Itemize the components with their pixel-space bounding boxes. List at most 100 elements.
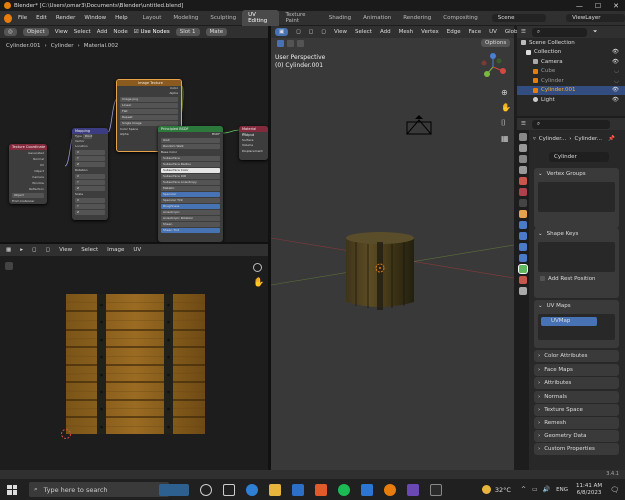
weather-widget-icon[interactable] <box>159 483 189 496</box>
uv-tool-select-icon[interactable] <box>5 262 13 270</box>
socket-displacement[interactable]: Displacement <box>242 149 268 155</box>
subsurface-anisotropy-field[interactable]: Subsurface Anisotropy <box>161 180 220 185</box>
roughness-field[interactable]: Roughness <box>161 204 220 209</box>
tab-shading[interactable]: Shading <box>323 13 357 23</box>
store-icon[interactable] <box>292 483 304 496</box>
subsurface-field[interactable]: Subsurface <box>161 156 220 161</box>
node-principled-bsdf[interactable]: Principled BSDF BSDF GGX Random Walk Bas… <box>158 126 223 242</box>
render-tab-icon[interactable] <box>519 144 527 152</box>
outliner-row-scene-collection[interactable]: Scene Collection <box>517 38 625 48</box>
projection-dropdown[interactable]: Flat <box>120 109 178 114</box>
gizmo-y-axis[interactable] <box>484 71 490 77</box>
blender-menu-icon[interactable] <box>4 13 12 23</box>
uv-pan-hand-icon[interactable]: ✋ <box>253 278 264 288</box>
visibility-eye-icon[interactable]: 👁 <box>612 49 619 55</box>
app-icon[interactable] <box>361 483 373 496</box>
uv-map-item[interactable]: UVMap <box>541 317 597 326</box>
2d-cursor-icon[interactable] <box>59 427 73 441</box>
outliner-type-icon[interactable]: ☰ <box>521 29 526 35</box>
spotify-icon[interactable] <box>338 483 350 496</box>
constraints-tab-icon[interactable] <box>519 254 527 262</box>
task-view-icon[interactable] <box>223 483 235 496</box>
modifier-tab-icon[interactable] <box>519 221 527 229</box>
anisotropic-rotation-field[interactable]: Anisotropic Rotation <box>161 216 220 221</box>
interpolation-dropdown[interactable]: Linear <box>120 103 178 108</box>
menu-file[interactable]: File <box>18 15 27 21</box>
gizmo-neg-x[interactable] <box>481 60 487 66</box>
maximize-button[interactable]: ☐ <box>595 2 601 10</box>
add-rest-position-checkbox[interactable]: Add Rest Position <box>534 276 619 282</box>
custom-properties-panel[interactable]: › Custom Properties <box>534 443 619 455</box>
file-explorer-icon[interactable] <box>269 483 281 496</box>
subsurface-radius-field[interactable]: Subsurface Radius <box>161 162 220 167</box>
scale-y-field[interactable]: Y <box>75 204 105 209</box>
vp-menu-mesh[interactable]: Mesh <box>399 29 413 35</box>
image-selector[interactable]: Image.png <box>120 97 178 102</box>
subsurface-method-dropdown[interactable]: Random Walk <box>161 144 220 149</box>
notifications-icon[interactable]: 🗨 <box>610 486 619 494</box>
hidden-eye-icon[interactable]: ◡ <box>614 78 619 84</box>
app-icon[interactable] <box>430 483 442 496</box>
output-tab-icon[interactable] <box>519 155 527 163</box>
tray-chevron-icon[interactable]: ^ <box>521 486 526 493</box>
tool-mode-icon[interactable] <box>297 40 304 47</box>
normals-panel[interactable]: › Normals <box>534 391 619 403</box>
tab-sculpting[interactable]: Sculpting <box>204 13 242 23</box>
visibility-eye-icon[interactable]: 👁 <box>612 97 619 103</box>
uv-menu-select[interactable]: Select <box>81 247 98 253</box>
view-layer-selector[interactable]: ViewLayer <box>566 14 625 22</box>
object-tab-icon[interactable] <box>519 210 527 218</box>
uv-editor-type-icon[interactable]: ▦ <box>6 247 11 253</box>
vp-menu-select[interactable]: Select <box>355 29 372 35</box>
face-select-icon[interactable]: ◻ <box>321 29 326 35</box>
attributes-panel[interactable]: › Attributes <box>534 377 619 389</box>
socket-reflection[interactable]: Reflection <box>9 186 44 192</box>
hidden-eye-icon[interactable]: ◡ <box>614 68 619 74</box>
camera-view-icon[interactable]: ⌷ <box>501 118 511 128</box>
outliner-row-cube[interactable]: Cube ◡ <box>517 67 625 77</box>
tab-compositing[interactable]: Compositing <box>437 13 483 23</box>
language-indicator[interactable]: ENG <box>556 487 568 493</box>
tool-mode-icon[interactable] <box>287 40 294 47</box>
socket-bsdf[interactable]: BSDF <box>158 132 223 137</box>
outliner-row-camera[interactable]: Camera 👁 <box>517 57 625 67</box>
edge-browser-icon[interactable] <box>246 483 258 496</box>
node-mapping[interactable]: Mapping Type Point Vector Location X Y Z… <box>72 128 108 220</box>
tab-uv-editing[interactable]: UV Editing <box>242 10 280 26</box>
clock[interactable]: 11:41 AM 6/8/2023 <box>576 483 602 497</box>
uv-vertex-mode-icon[interactable]: ◻ <box>32 247 37 253</box>
3d-cursor-icon[interactable] <box>374 262 386 274</box>
camera-object[interactable] <box>404 114 434 136</box>
uv-menu-image[interactable]: Image <box>107 247 124 253</box>
vp-menu-edge[interactable]: Edge <box>447 29 461 35</box>
subsurface-color-field[interactable]: Subsurface Color <box>161 168 220 173</box>
metallic-field[interactable]: Metallic <box>161 186 220 191</box>
outliner-search[interactable]: ⌕ <box>531 27 587 37</box>
menu-window[interactable]: Window <box>84 15 106 21</box>
location-y-field[interactable]: Y <box>75 156 105 161</box>
world-tab-icon[interactable] <box>519 188 527 196</box>
vp-menu-face[interactable]: Face <box>469 29 481 35</box>
uv-edge-mode-icon[interactable]: ◻ <box>46 247 51 253</box>
shape-keys-header[interactable]: ⌄ Shape Keys <box>534 228 619 240</box>
cortana-icon[interactable] <box>200 483 212 496</box>
menu-render[interactable]: Render <box>56 15 76 21</box>
vertex-select-icon[interactable]: ◻ <box>296 29 301 35</box>
material-tab-icon[interactable] <box>519 276 527 284</box>
location-x-field[interactable]: X <box>75 150 105 155</box>
menu-edit[interactable]: Edit <box>36 15 47 21</box>
properties-search[interactable]: ⌕ <box>531 119 610 129</box>
network-icon[interactable]: ▭ <box>532 486 538 493</box>
uv-menu-uv[interactable]: UV <box>133 247 141 253</box>
sheen-field[interactable]: Sheen <box>161 222 220 227</box>
properties-type-icon[interactable]: ☰ <box>521 121 526 127</box>
base-color-socket[interactable]: Base Color <box>158 150 223 155</box>
shape-keys-list[interactable] <box>538 242 615 272</box>
specular-tint-field[interactable]: Specular Tint <box>161 198 220 203</box>
taskbar-search-box[interactable]: ⌕ Type here to search <box>29 482 169 497</box>
close-button[interactable]: ✕ <box>613 2 619 10</box>
blender-taskbar-icon[interactable] <box>384 483 396 496</box>
app-icon[interactable] <box>407 483 419 496</box>
weather-temp[interactable]: 32°C <box>495 486 511 494</box>
tab-layout[interactable]: Layout <box>137 13 168 23</box>
